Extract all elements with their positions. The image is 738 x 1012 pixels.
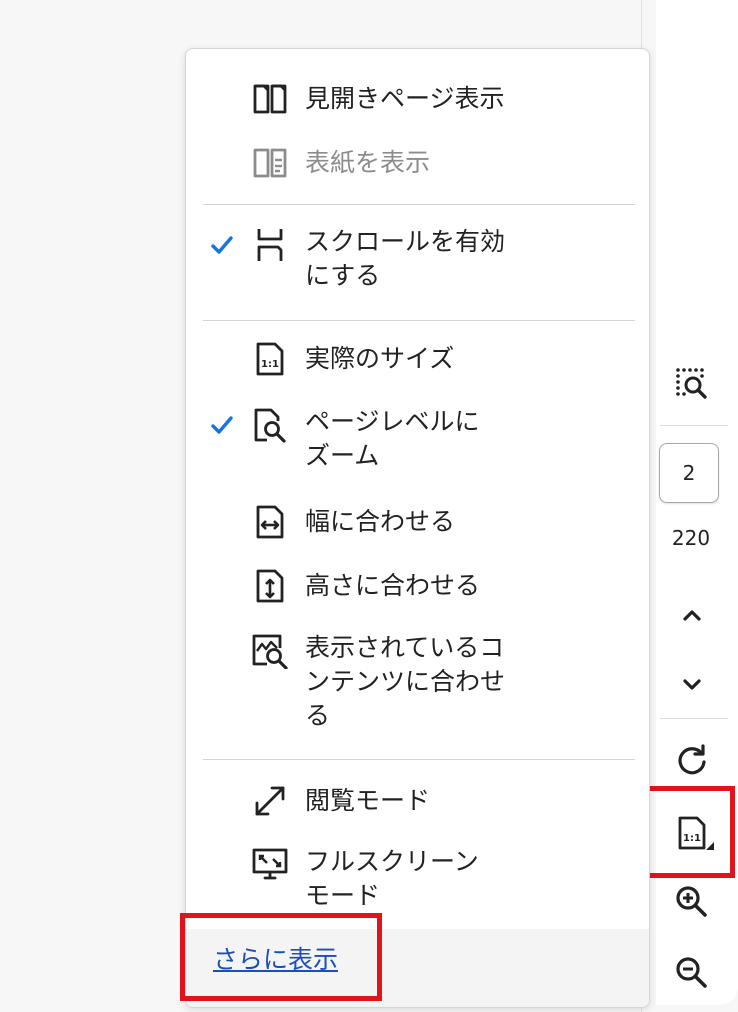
toolbar-divider <box>660 718 728 719</box>
page-current-value: 2 <box>682 461 696 485</box>
menu-item-two-page[interactable]: 見開きページ表示 <box>186 79 649 119</box>
chevron-down-icon[interactable] <box>670 664 714 704</box>
page-total-count: 220 <box>671 526 711 550</box>
fit-visible-icon <box>250 631 290 671</box>
zoom-page-icon <box>250 405 290 445</box>
right-toolbar: 2 220 1:1 <box>643 0 738 1005</box>
menu-divider <box>203 759 635 760</box>
checkmark-icon <box>208 411 236 439</box>
menu-item-fit-width[interactable]: 幅に合わせる <box>186 502 649 542</box>
fit-height-icon <box>250 566 290 606</box>
two-page-icon <box>250 79 290 119</box>
menu-item-label: ページレベルに ズーム <box>305 407 480 470</box>
page-number-input[interactable]: 2 <box>659 443 719 503</box>
zoom-out-icon[interactable] <box>670 953 714 993</box>
menu-item-zoom-page[interactable]: ページレベルに ズーム <box>186 405 649 475</box>
menu-item-fit-visible[interactable]: 表示されているコ ンテンツに合わせ る <box>186 631 649 735</box>
menu-item-label: 幅に合わせる <box>305 507 456 536</box>
menu-item-label: 表紙を表示 <box>305 148 431 177</box>
menu-item-cover: 表紙を表示 <box>186 143 649 183</box>
menu-item-label: 表示されているコ ンテンツに合わせ る <box>305 633 506 730</box>
menu-item-label: 高さに合わせる <box>305 571 481 600</box>
menu-item-label: フルスクリーン モード <box>305 847 479 910</box>
marquee-zoom-icon[interactable] <box>670 364 714 404</box>
svg-text:1:1: 1:1 <box>261 359 279 370</box>
chevron-up-icon[interactable] <box>670 596 714 636</box>
menu-item-label: スクロールを有効 にする <box>305 227 506 290</box>
menu-divider <box>203 204 635 205</box>
menu-item-label: 実際のサイズ <box>305 344 455 373</box>
menu-item-fit-height[interactable]: 高さに合わせる <box>186 566 649 606</box>
show-more-highlight <box>180 913 382 1001</box>
menu-item-reading-mode[interactable]: 閲覧モード <box>186 781 649 821</box>
menu-divider <box>203 320 635 321</box>
scroll-icon <box>250 225 290 265</box>
menu-item-label: 見開きページ表示 <box>305 84 505 113</box>
menu-item-actual-size[interactable]: 1:1 実際のサイズ <box>186 339 649 379</box>
zoom-in-icon[interactable] <box>670 882 714 922</box>
fit-width-icon <box>250 502 290 542</box>
menu-item-label: 閲覧モード <box>305 786 431 815</box>
toolbar-divider <box>660 425 728 426</box>
rotate-icon[interactable] <box>670 740 714 780</box>
full-screen-icon <box>250 845 290 885</box>
dropdown-corner-indicator <box>706 842 714 850</box>
expand-arrows-icon <box>250 781 290 821</box>
svg-text:1:1: 1:1 <box>683 833 701 844</box>
actual-size-icon: 1:1 <box>250 339 290 379</box>
page-display-icon[interactable]: 1:1 <box>666 810 718 856</box>
menu-item-full-screen[interactable]: フルスクリーン モード <box>186 845 649 915</box>
checkmark-icon <box>208 231 236 259</box>
page-display-menu: 見開きページ表示 表紙を表示 スクロールを有効 にする 1:1 実際のサイズ ペ… <box>185 48 650 1008</box>
menu-item-scroll[interactable]: スクロールを有効 にする <box>186 225 649 295</box>
cover-page-icon <box>250 143 290 183</box>
